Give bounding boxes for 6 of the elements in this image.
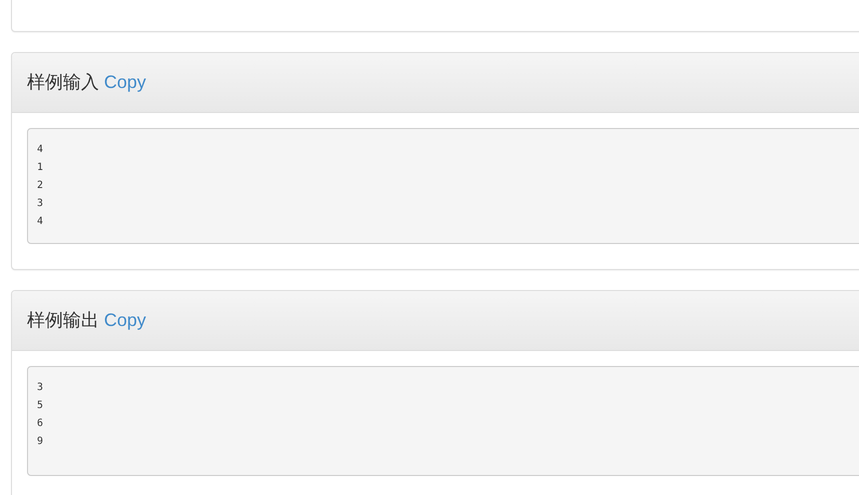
copy-link[interactable]: Copy bbox=[104, 307, 146, 334]
code-block: 4 1 2 3 4 bbox=[27, 128, 859, 244]
panel-title: 样例输出 bbox=[27, 309, 99, 332]
panel-title: 样例输入 bbox=[27, 71, 99, 94]
code-block: 3 5 6 9 bbox=[27, 366, 859, 476]
copy-link[interactable]: Copy bbox=[104, 69, 146, 96]
